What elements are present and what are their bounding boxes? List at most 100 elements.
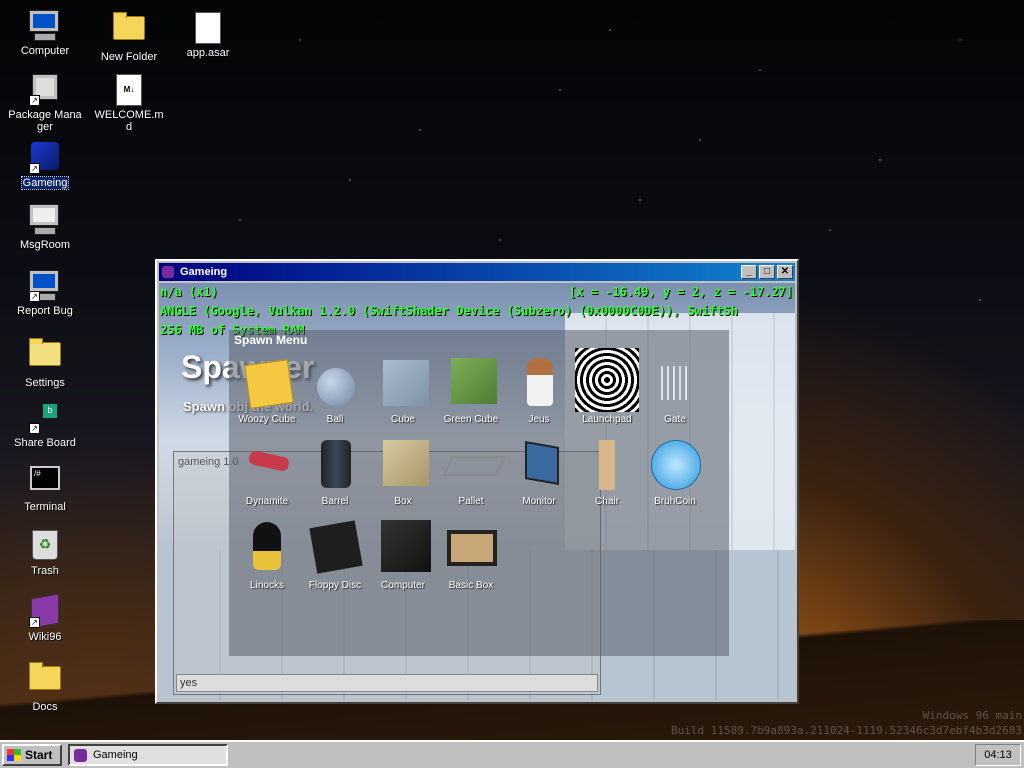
- spawn-item-label: Chair: [595, 496, 619, 507]
- markdown-file-icon: M↓: [113, 74, 145, 106]
- linocks-icon: [239, 520, 295, 576]
- chair-icon: [579, 436, 635, 492]
- terminal-icon: /#: [29, 466, 61, 498]
- desktop-icon-app-asar[interactable]: app.asar: [170, 12, 246, 59]
- desktop-icon-label: Trash: [31, 565, 59, 577]
- os-watermark-build: Build 11589.7b9a893a.211024-1119.52346c3…: [671, 724, 1022, 737]
- desktop-icon-label: Package Manager: [8, 109, 82, 133]
- desktop-icon-welcome-md[interactable]: M↓ WELCOME.md: [91, 74, 167, 133]
- start-logo-icon: [7, 749, 21, 761]
- taskbar-item-label: Gameing: [93, 749, 138, 761]
- spawn-item-computer[interactable]: Computer: [365, 520, 441, 591]
- gameing-app-icon: [162, 266, 174, 278]
- spawn-item-jeus[interactable]: Jeus: [501, 354, 577, 425]
- desktop-icon-label: Wiki96: [28, 631, 62, 643]
- spawn-item-chair[interactable]: Chair: [569, 436, 645, 507]
- spawn-item-woozy-cube[interactable]: Woozy Cube: [229, 354, 305, 425]
- spawn-item-label: Barrel: [321, 496, 349, 507]
- wiki-icon: ↗: [29, 593, 61, 629]
- start-label: Start: [25, 748, 53, 762]
- desktop-icon-docs[interactable]: Docs: [7, 660, 83, 713]
- desktop-icon-trash[interactable]: ♻ Trash: [7, 530, 83, 577]
- spawn-item-cube[interactable]: Cube: [365, 354, 441, 425]
- woozy-cube-icon: [239, 354, 295, 410]
- desktop-icon-package-manager[interactable]: ↗ Package Manager: [7, 74, 83, 133]
- spawn-item-pallet[interactable]: Pallet: [433, 436, 509, 507]
- spawn-item-label: Floppy Disc: [308, 580, 362, 591]
- start-button[interactable]: Start: [2, 744, 62, 766]
- maximize-button[interactable]: □: [759, 265, 775, 279]
- desktop-icon-terminal[interactable]: /# Terminal: [7, 466, 83, 513]
- spawn-item-launchpad[interactable]: Launchpad: [569, 348, 645, 425]
- package-manager-icon: ↗: [29, 74, 61, 106]
- spawn-item-ball[interactable]: Ball: [297, 354, 373, 425]
- settings-icon: [29, 338, 61, 374]
- folder-icon: [29, 662, 61, 698]
- spawn-item-label: Woozy Cube: [238, 414, 296, 425]
- computer-icon: [29, 10, 61, 42]
- spawn-item-box[interactable]: Box: [365, 436, 441, 507]
- spawn-item-gate[interactable]: Gate: [637, 354, 713, 425]
- desktop-icon-new-folder[interactable]: New Folder: [91, 10, 167, 63]
- spawn-item-label: Dynamite: [245, 496, 289, 507]
- spawn-item-label: Pallet: [458, 496, 484, 507]
- gameing-window[interactable]: Gameing _ □ ✕ n/a (x1) [x = -16.49, y = …: [155, 259, 799, 704]
- spawn-item-monitor[interactable]: Monitor: [501, 436, 577, 507]
- spawn-item-label: Gate: [664, 414, 686, 425]
- spawn-item-label: Basic Box: [448, 580, 494, 591]
- desktop-icon-label: Settings: [25, 377, 65, 389]
- window-title: Gameing: [180, 266, 228, 278]
- spawn-item-bruhcoin[interactable]: BruhCoin: [637, 436, 713, 507]
- desktop-icon-label: New Folder: [100, 51, 158, 63]
- msgroom-icon: [29, 204, 61, 236]
- close-button[interactable]: ✕: [777, 265, 793, 279]
- spawn-item-label: Green Cube: [443, 414, 499, 425]
- dynamite-icon: [239, 436, 295, 492]
- taskbar-item-gameing[interactable]: Gameing: [68, 744, 228, 766]
- spawn-item-green-cube[interactable]: Green Cube: [433, 354, 509, 425]
- desktop-icon-gameing[interactable]: ↗ Gameing: [7, 142, 83, 190]
- minimize-button[interactable]: _: [741, 265, 757, 279]
- desktop-icon-label: MsgRoom: [19, 239, 71, 251]
- game-viewport[interactable]: n/a (x1) [x = -16.49, y = 2, z = -17.27]…: [159, 283, 795, 700]
- jeus-icon: [511, 354, 567, 410]
- desktop-icon-share-board[interactable]: b ↗ Share Board: [7, 402, 83, 449]
- gameing-app-icon: [74, 748, 87, 762]
- folder-icon: [113, 12, 145, 48]
- green-cube-icon: [443, 354, 499, 410]
- desktop-icon-label: Share Board: [14, 437, 76, 449]
- spawn-menu-title: Spawn Menu: [234, 333, 308, 347]
- desktop-icon-msgroom[interactable]: MsgRoom: [7, 204, 83, 251]
- gameing-icon: ↗: [29, 142, 61, 174]
- desktop-icon-computer[interactable]: Computer: [7, 10, 83, 57]
- taskbar-clock[interactable]: 04:13: [975, 744, 1021, 766]
- spawn-item-label: Computer: [381, 580, 425, 591]
- ball-icon: [307, 354, 363, 410]
- desktop-icon-report-bug[interactable]: ↗ Report Bug: [7, 270, 83, 317]
- desktop-icon-label: Terminal: [24, 501, 66, 513]
- bruhcoin-icon: [647, 436, 703, 492]
- hud-mode: n/a (x1): [160, 285, 218, 299]
- spawn-item-label: Ball: [326, 414, 344, 425]
- report-bug-icon: ↗: [29, 270, 61, 302]
- spawn-item-barrel[interactable]: Barrel: [297, 436, 373, 507]
- cube-icon: [375, 354, 431, 410]
- share-board-icon: b ↗: [29, 402, 61, 434]
- spawn-item-basic-box[interactable]: Basic Box: [433, 520, 509, 591]
- spawn-item-dynamite[interactable]: Dynamite: [229, 436, 305, 507]
- spawn-item-linocks[interactable]: Linocks: [229, 520, 305, 591]
- window-titlebar[interactable]: Gameing _ □ ✕: [159, 263, 795, 281]
- os-watermark-name: Windows 96 main: [922, 709, 1022, 722]
- spawn-item-label: Launchpad: [582, 414, 632, 425]
- desktop-icon-label: Computer: [20, 45, 70, 57]
- barrel-icon: [307, 436, 363, 492]
- box-icon: [375, 436, 431, 492]
- hud-coordinates: [x = -16.49, y = 2, z = -17.27]: [569, 285, 793, 299]
- monitor-icon: [511, 436, 567, 492]
- spawn-item-label: Box: [394, 496, 412, 507]
- console-input[interactable]: yes: [176, 674, 598, 692]
- desktop-icon-settings[interactable]: Settings: [7, 336, 83, 389]
- spawn-item-label: Cube: [391, 414, 415, 425]
- spawn-item-floppy-disc[interactable]: Floppy Disc: [297, 520, 373, 591]
- desktop-icon-wiki96[interactable]: ↗ Wiki96: [7, 593, 83, 643]
